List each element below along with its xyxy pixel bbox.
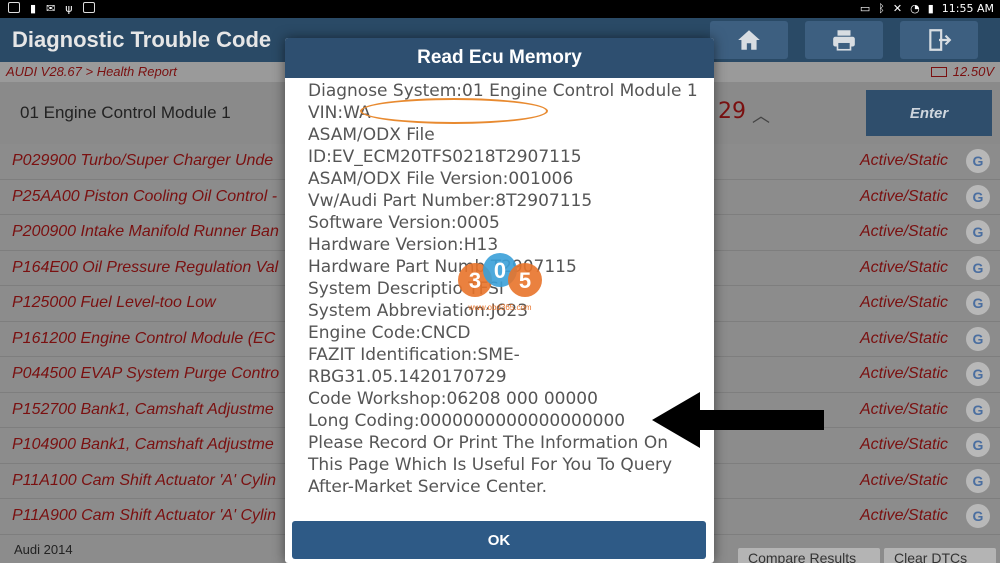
watermark-url: www.obd365.com <box>467 303 531 312</box>
breadcrumb: AUDI V28.67 > Health Report <box>6 64 177 79</box>
dtc-code: P029900 Turbo/Super Charger Unde <box>12 152 274 169</box>
vehicle-info: Audi 2014 <box>14 542 73 557</box>
chevron-up-icon[interactable]: ︿ <box>752 102 770 128</box>
home-button[interactable] <box>710 21 788 59</box>
ok-button[interactable]: OK <box>292 521 706 559</box>
google-search-icon[interactable]: G <box>966 397 990 422</box>
voltage-value: 12.50V <box>952 64 994 79</box>
ecu-info-line: Software Version:0005 <box>308 213 500 233</box>
google-search-icon[interactable]: G <box>966 433 990 457</box>
wifi-icon: ◔ <box>910 2 920 15</box>
ecu-info-line: ASAM/ODX File Version:001006 <box>308 169 574 189</box>
ecu-info-line: ASAM/ODX File <box>308 125 435 145</box>
arrow-annotation <box>652 392 824 448</box>
mail-icon: ✉ <box>46 2 56 15</box>
dtc-status: Active/Static <box>860 223 949 240</box>
compare-results-button[interactable]: Compare Results <box>738 548 880 563</box>
ecu-info-line: Vw/Audi Part Number:8T2907115 <box>308 191 593 211</box>
dtc-count: 29 <box>718 99 746 124</box>
dtc-status: Active/Static <box>860 329 949 347</box>
video-icon: ▮ <box>30 2 37 15</box>
dtc-code: P11A900 Cam Shift Actuator 'A' Cylin <box>12 507 277 524</box>
dtc-status: Active/Static <box>860 187 949 205</box>
google-search-icon[interactable]: G <box>966 326 990 351</box>
module-name: 01 Engine Control Module 1 <box>20 103 231 122</box>
google-search-icon[interactable]: G <box>966 504 990 528</box>
cast-icon: ▭ <box>859 2 871 15</box>
battery-icon <box>930 66 947 77</box>
google-search-icon[interactable]: G <box>966 184 990 209</box>
home-icon <box>738 30 760 50</box>
dtc-code: P161200 Engine Control Module (EC <box>12 329 276 347</box>
obd365-watermark-logo: 3 0 5 www.obd365.com <box>458 253 542 312</box>
google-search-icon[interactable]: G <box>966 220 990 244</box>
ecu-info-line: After-Market Service Center. <box>308 477 548 497</box>
dtc-status: Active/Static <box>860 294 949 311</box>
battery-icon: ▮ <box>927 2 934 15</box>
dtc-status: Active/Static <box>860 507 949 524</box>
dtc-status: Active/Static <box>860 471 949 489</box>
notification-icons: ▮ ✉ ψ <box>8 2 95 15</box>
bluetooth-icon: ᛒ <box>878 2 885 15</box>
dtc-code: P25AA00 Piston Cooling Oil Control - <box>12 187 278 205</box>
page-title: Diagnostic Trouble Code <box>12 27 272 52</box>
dtc-code: P152700 Bank1, Camshaft Adjustme <box>12 400 274 418</box>
enter-button[interactable]: Enter <box>866 90 992 136</box>
google-search-icon[interactable]: G <box>966 291 990 315</box>
ecu-info-line: Please Record Or Print The Information O… <box>308 433 668 453</box>
dtc-code: P044500 EVAP System Purge Contro <box>12 365 280 382</box>
clock: 11:55 AM <box>941 2 994 15</box>
mute-icon: ✕ <box>892 2 903 15</box>
ecu-info-line: FAZIT Identification:SME- <box>308 345 520 365</box>
dtc-status: Active/Static <box>860 258 949 276</box>
dtc-code: P125000 Fuel Level-too Low <box>12 294 216 311</box>
print-icon <box>833 30 855 51</box>
ecu-info-line: ID:EV_ECM20TFS0218T2907115 <box>308 147 582 167</box>
system-icons: ▭ ᛒ ✕ ◔ ▮ 11:55 AM <box>860 2 994 15</box>
watermark-digit: 0 <box>494 258 506 283</box>
dialog-title: Read Ecu Memory <box>285 38 714 78</box>
google-search-icon[interactable]: G <box>966 362 990 386</box>
battery-voltage: 12.50V <box>930 64 994 79</box>
watermark-digit: 5 <box>519 268 531 293</box>
dtc-status: Active/Static <box>860 436 949 453</box>
image-icon <box>8 2 20 13</box>
dtc-code: P104900 Bank1, Camshaft Adjustme <box>12 436 274 453</box>
ecu-info-line: Diagnose System:01 Engine Control Module… <box>308 81 698 101</box>
dtc-status: Active/Static <box>860 400 949 418</box>
ecu-info-line: Engine Code:CNCD <box>308 323 471 343</box>
dtc-code: P200900 Intake Manifold Runner Ban <box>12 223 279 240</box>
google-search-icon[interactable]: G <box>966 149 990 173</box>
vin-redaction-ellipse <box>360 98 548 124</box>
exit-icon <box>929 29 952 51</box>
dtc-code: P164E00 Oil Pressure Regulation Val <box>12 258 279 276</box>
clear-dtcs-button[interactable]: Clear DTCs <box>884 548 996 563</box>
watermark-digit: 3 <box>469 268 481 293</box>
ecu-info-line: RBG31.05.1420170729 <box>308 367 507 387</box>
ecu-info-line: Code Workshop:06208 000 00000 <box>308 389 598 409</box>
exit-button[interactable] <box>900 21 978 59</box>
google-search-icon[interactable]: G <box>966 255 990 280</box>
ecu-info-line: This Page Which Is Useful For You To Que… <box>308 455 673 475</box>
print-button[interactable] <box>805 21 883 59</box>
image-icon <box>82 2 95 13</box>
google-search-icon[interactable]: G <box>966 468 990 493</box>
status-bar: ▮ ✉ ψ ▭ ᛒ ✕ ◔ ▮ 11:55 AM <box>0 0 1000 18</box>
ecu-info-line: Long Coding:0000000000000000000 <box>308 411 626 431</box>
dtc-code: P11A100 Cam Shift Actuator 'A' Cylin <box>12 471 277 489</box>
dtc-status: Active/Static <box>860 152 949 169</box>
usb-icon: ψ <box>65 2 73 15</box>
dtc-status: Active/Static <box>860 365 949 382</box>
